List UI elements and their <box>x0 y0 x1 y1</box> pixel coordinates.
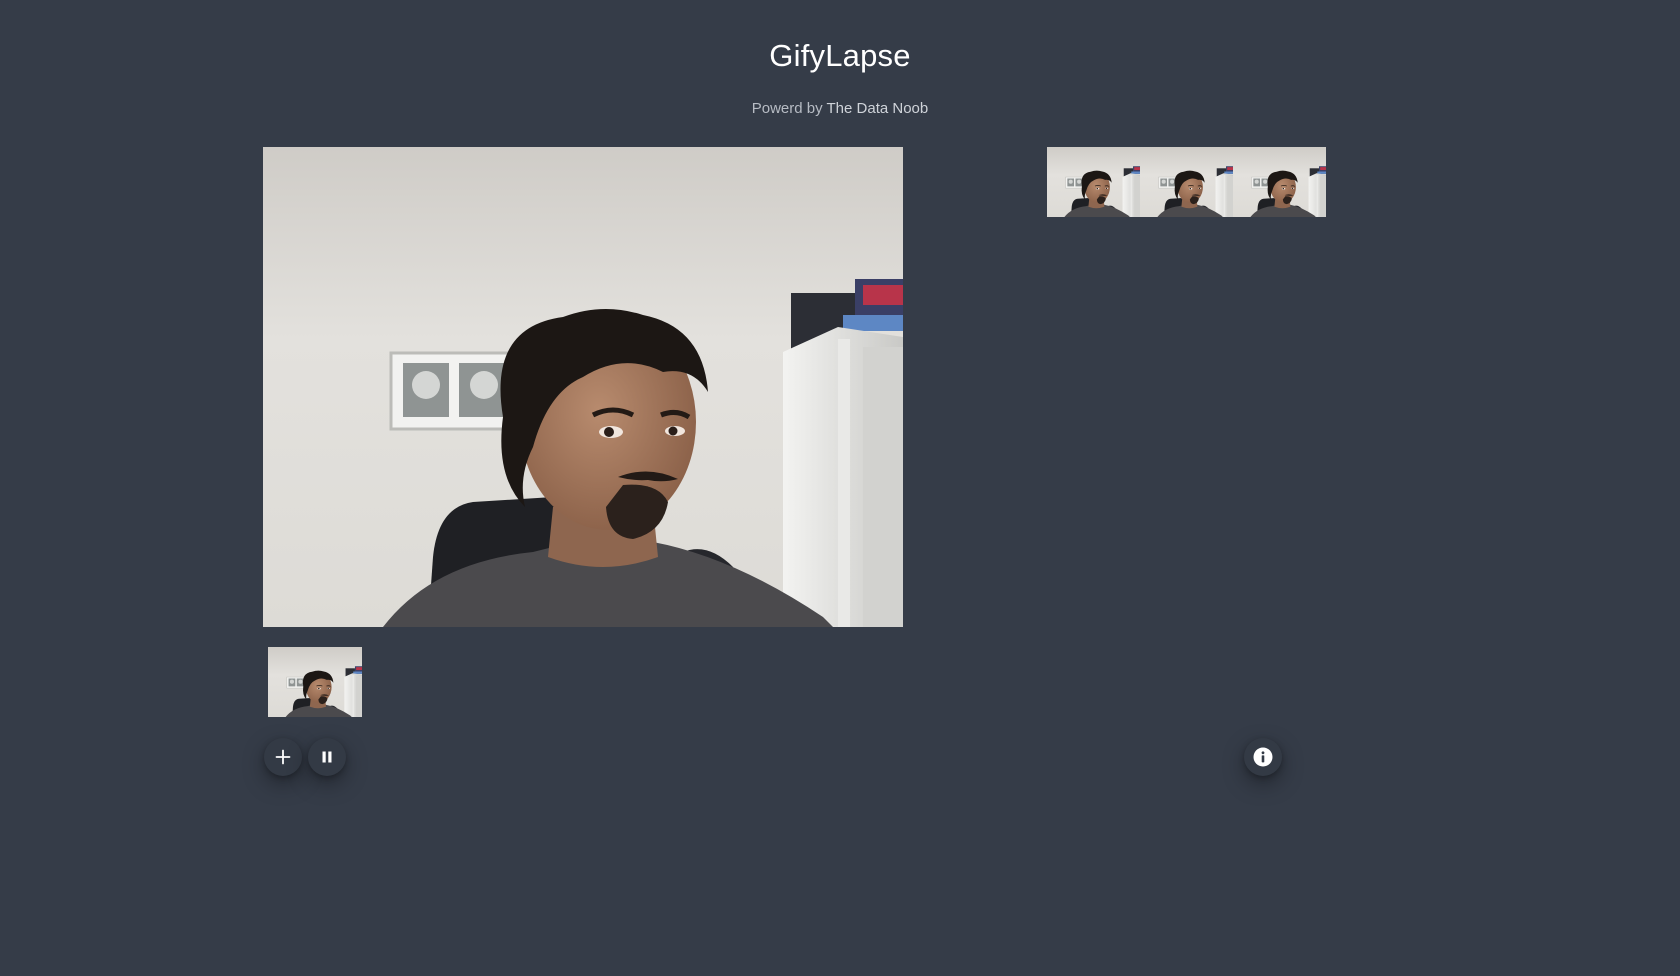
plus-icon <box>275 749 291 765</box>
subtitle-prefix: Powerd by <box>751 100 823 117</box>
captured-frame-3[interactable] <box>1233 147 1326 217</box>
webcam-feed <box>263 147 903 627</box>
captured-frames-strip <box>1047 147 1326 217</box>
info-icon <box>1253 747 1273 767</box>
subtitle-brand-link[interactable]: The Data Noob <box>827 100 929 117</box>
app-title: GifyLapse <box>769 38 911 73</box>
pause-icon <box>322 751 332 763</box>
gif-preview-thumbnail[interactable] <box>268 647 362 717</box>
webcam-image <box>263 147 903 627</box>
info-button[interactable] <box>1244 738 1282 776</box>
captured-frame-1[interactable] <box>1047 147 1140 217</box>
pause-button[interactable] <box>308 738 346 776</box>
captured-frame-2[interactable] <box>1140 147 1233 217</box>
subtitle: Powerd by The Data Noob <box>0 100 1680 117</box>
add-frame-button[interactable] <box>264 738 302 776</box>
